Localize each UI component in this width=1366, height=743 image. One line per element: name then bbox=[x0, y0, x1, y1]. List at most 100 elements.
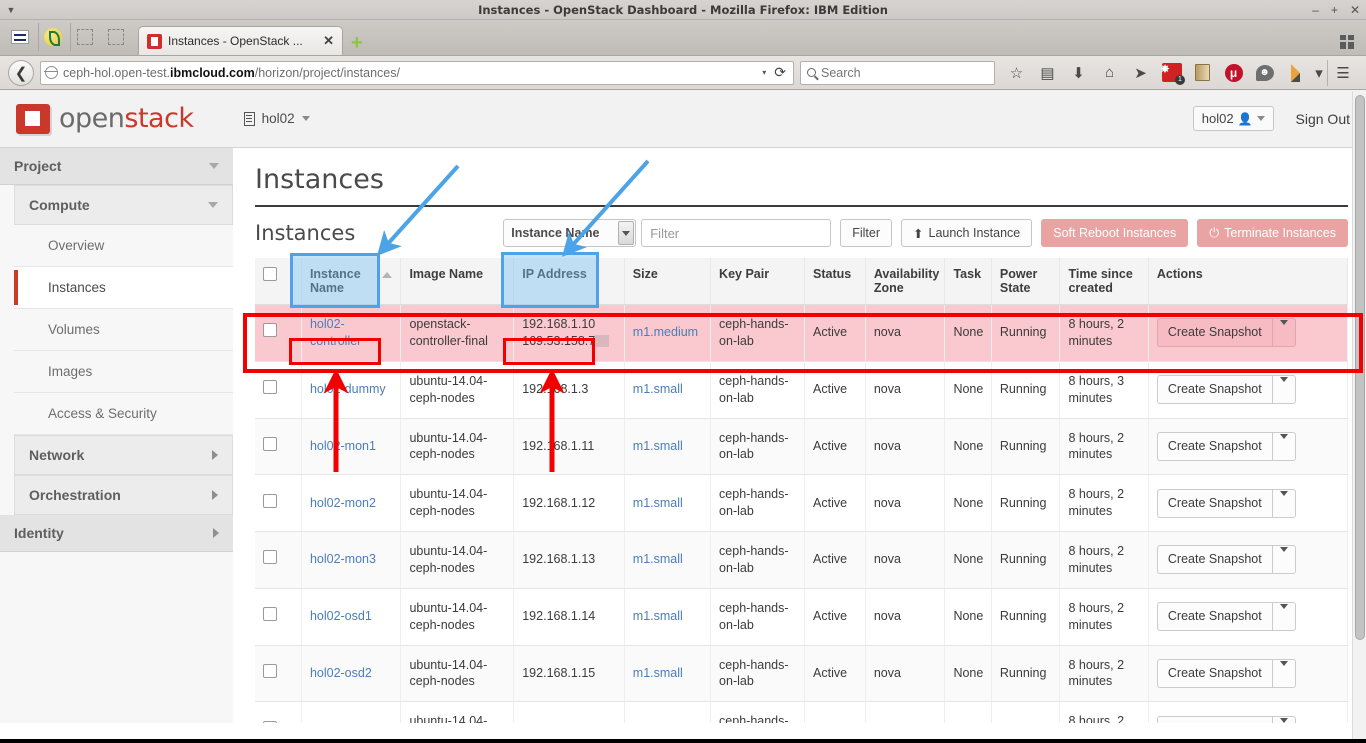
table-row[interactable]: hol02-dummy ubuntu-14.04-ceph-nodes 192.16… bbox=[255, 361, 1349, 419]
table-row[interactable]: hol02-osd1 ubuntu-14.04-ceph-nodes 192.168… bbox=[255, 588, 1349, 646]
row-actions[interactable]: Create Snapshot bbox=[1156, 375, 1296, 405]
column-size[interactable]: Size bbox=[624, 258, 712, 305]
column-ip-address[interactable]: IP Address bbox=[513, 258, 625, 305]
create-snapshot-button[interactable]: Create Snapshot bbox=[1156, 545, 1272, 575]
column-instance-name[interactable]: Instance Name bbox=[301, 258, 402, 305]
notes-icon[interactable] bbox=[1187, 60, 1218, 86]
instance-name-link[interactable]: hol02-controller bbox=[310, 317, 361, 348]
create-snapshot-button[interactable]: Create Snapshot bbox=[1156, 488, 1272, 518]
reload-icon[interactable]: ⟳ bbox=[771, 64, 789, 81]
browser-tab-instances[interactable]: Instances - OpenStack ... ✕ bbox=[138, 26, 343, 55]
table-row[interactable]: hol02-osd3ubuntu-14.04-ceph-nodes192.168… bbox=[255, 701, 1349, 723]
close-button[interactable]: ✕ bbox=[1350, 3, 1360, 17]
column-image-name[interactable]: Image Name bbox=[400, 258, 515, 305]
row-actions[interactable]: Create Snapshot bbox=[1156, 488, 1296, 518]
flavor-link[interactable]: m1.small bbox=[633, 552, 683, 566]
flavor-link[interactable]: m1.small bbox=[633, 439, 683, 453]
search-input[interactable]: Search bbox=[800, 60, 995, 85]
row-actions[interactable]: Create Snapshot bbox=[1156, 658, 1296, 688]
close-icon[interactable]: ✕ bbox=[323, 33, 334, 49]
chevron-down-icon[interactable]: ▾ bbox=[762, 68, 766, 77]
sidebar-group-network[interactable]: Network bbox=[14, 435, 233, 475]
filter-field-select[interactable]: Instance Name bbox=[503, 219, 637, 247]
instance-name-link[interactable]: hol02-mon2 bbox=[310, 496, 376, 510]
project-switcher[interactable]: hol02 bbox=[243, 111, 310, 126]
sidebar-section-project[interactable]: Project bbox=[0, 148, 233, 185]
row-checkbox[interactable] bbox=[263, 493, 277, 508]
row-actions-dropdown-button[interactable] bbox=[1271, 658, 1296, 688]
instance-name-link[interactable]: hol02-osd1 bbox=[310, 609, 372, 623]
app-menu-icon[interactable] bbox=[6, 23, 34, 51]
filter-button[interactable]: Filter bbox=[840, 219, 893, 247]
select-all-checkbox[interactable] bbox=[263, 267, 277, 281]
create-snapshot-button[interactable]: Create Snapshot bbox=[1156, 375, 1272, 405]
column-key-pair[interactable]: Key Pair bbox=[710, 258, 806, 305]
table-row[interactable]: hol02-mon3 ubuntu-14.04-ceph-nodes 192.168… bbox=[255, 531, 1349, 589]
instance-name-link[interactable]: hol02-mon3 bbox=[310, 552, 376, 566]
sidebar-section-identity[interactable]: Identity bbox=[0, 515, 233, 552]
row-actions-dropdown-button[interactable] bbox=[1271, 431, 1296, 461]
row-actions-dropdown-button[interactable] bbox=[1271, 375, 1296, 405]
placeholder-slot-2-icon[interactable] bbox=[102, 23, 130, 51]
row-checkbox[interactable] bbox=[263, 550, 277, 565]
soft-reboot-instances-button[interactable]: Soft Reboot Instances bbox=[1041, 219, 1189, 247]
row-checkbox[interactable] bbox=[263, 607, 277, 622]
launch-instance-button[interactable]: ⬆ Launch Instance bbox=[901, 219, 1033, 247]
table-row[interactable]: hol02-osd2 ubuntu-14.04-ceph-nodes 192.168… bbox=[255, 645, 1349, 703]
new-tab-button[interactable]: + bbox=[351, 33, 363, 53]
sign-out-link[interactable]: Sign Out bbox=[1296, 111, 1350, 127]
filter-input[interactable] bbox=[641, 219, 832, 247]
row-actions-dropdown-button[interactable] bbox=[1271, 318, 1296, 348]
select-all-header[interactable] bbox=[255, 258, 302, 305]
sidebar-item-images[interactable]: Images bbox=[14, 351, 233, 393]
sidebar-group-compute[interactable]: Compute bbox=[14, 185, 233, 225]
home-icon[interactable]: ⌂ bbox=[1094, 60, 1125, 86]
url-bar[interactable]: ceph-hol.open-test.ibmcloud.com/horizon/… bbox=[40, 60, 794, 85]
user-menu[interactable]: hol02 👤 bbox=[1192, 106, 1274, 131]
create-snapshot-button[interactable]: Create Snapshot bbox=[1156, 715, 1272, 723]
table-row[interactable]: hol02-mon2 ubuntu-14.04-ceph-nodes 192.168… bbox=[255, 474, 1349, 532]
minimize-button[interactable]: – bbox=[1312, 3, 1319, 17]
row-actions[interactable]: Create Snapshot bbox=[1156, 715, 1296, 723]
column-task[interactable]: Task bbox=[944, 258, 992, 305]
page-scrollbar[interactable] bbox=[1352, 91, 1366, 743]
row-checkbox[interactable] bbox=[263, 380, 277, 395]
sidebar-item-overview[interactable]: Overview bbox=[14, 225, 233, 267]
hamburger-menu-icon[interactable]: ☰ bbox=[1327, 59, 1358, 86]
row-actions-dropdown-button[interactable] bbox=[1271, 602, 1296, 632]
sidebar-item-instances[interactable]: Instances bbox=[14, 267, 233, 309]
overflow-chevron-icon[interactable]: ▾ bbox=[1311, 60, 1327, 86]
instance-name-link[interactable]: hol02-dummy bbox=[310, 382, 386, 396]
column-power-state[interactable]: Power State bbox=[991, 258, 1061, 305]
reading-list-icon[interactable]: ▤ bbox=[1032, 60, 1063, 86]
flavor-link[interactable]: m1.small bbox=[633, 382, 683, 396]
create-snapshot-button[interactable]: Create Snapshot bbox=[1156, 431, 1272, 461]
flavor-link[interactable]: m1.small bbox=[633, 496, 683, 510]
row-checkbox[interactable] bbox=[263, 323, 277, 338]
flavor-link[interactable]: m1.medium bbox=[633, 325, 698, 339]
column-status[interactable]: Status bbox=[804, 258, 866, 305]
row-actions[interactable]: Create Snapshot bbox=[1156, 318, 1296, 348]
colorpicker-icon[interactable] bbox=[1280, 60, 1311, 86]
row-actions[interactable]: Create Snapshot bbox=[1156, 545, 1296, 575]
tab-grid-icon[interactable] bbox=[1340, 35, 1354, 49]
terminate-instances-button[interactable]: ⏻ Terminate Instances bbox=[1197, 219, 1348, 247]
addon-badge-icon[interactable]: ✸ 1 bbox=[1156, 60, 1187, 86]
row-actions-dropdown-button[interactable] bbox=[1271, 488, 1296, 518]
column-time-since-created[interactable]: Time since created bbox=[1059, 258, 1149, 305]
downloads-icon[interactable]: ⬇ bbox=[1063, 60, 1094, 86]
column-availability-zone[interactable]: Availability Zone bbox=[865, 258, 946, 305]
instance-name-link[interactable]: hol02-osd2 bbox=[310, 666, 372, 680]
row-actions-dropdown-button[interactable] bbox=[1271, 715, 1296, 723]
table-row[interactable]: hol02-controller openstack-controller-fin… bbox=[255, 304, 1349, 362]
sidebar-item-access-security[interactable]: Access & Security bbox=[14, 393, 233, 435]
send-tab-icon[interactable]: ➤ bbox=[1125, 60, 1156, 86]
openstack-wordmark[interactable]: openstack bbox=[59, 103, 194, 134]
openstack-logo-icon[interactable] bbox=[16, 103, 50, 134]
placeholder-slot-1-icon[interactable] bbox=[70, 23, 98, 51]
create-snapshot-button[interactable]: Create Snapshot bbox=[1156, 602, 1272, 632]
row-actions[interactable]: Create Snapshot bbox=[1156, 431, 1296, 461]
maximize-button[interactable]: + bbox=[1331, 3, 1338, 17]
flavor-link[interactable]: m1.small bbox=[633, 666, 683, 680]
instance-name-link[interactable]: hol02-mon1 bbox=[310, 439, 376, 453]
